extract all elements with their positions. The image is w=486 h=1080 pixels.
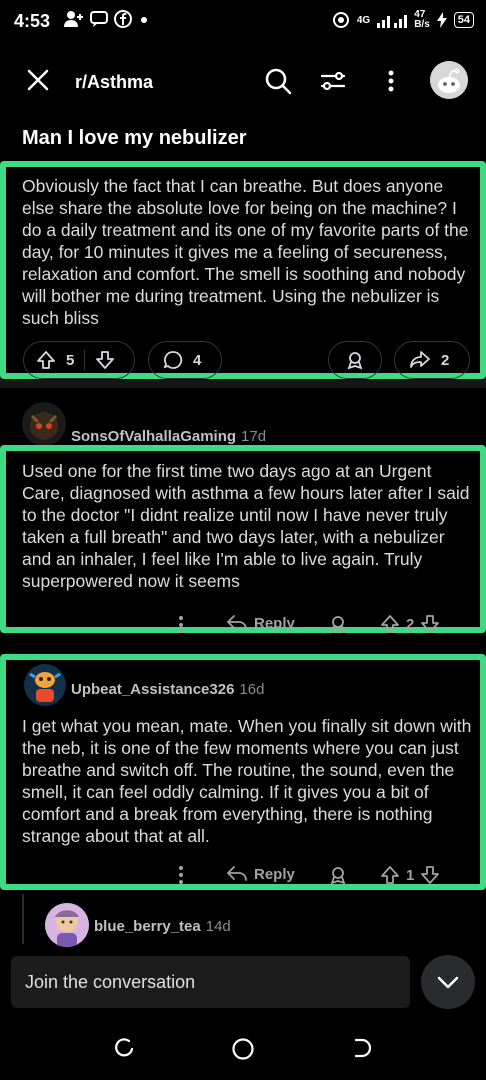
person-add-icon — [64, 11, 83, 27]
comment-age: 14d — [205, 918, 231, 935]
award-icon — [347, 352, 363, 370]
snoo-avatar-icon — [430, 61, 468, 99]
award-icon[interactable] — [328, 614, 348, 633]
comment-age: 17d — [241, 428, 267, 445]
downvote-icon[interactable] — [95, 350, 115, 370]
recents-icon[interactable] — [113, 1037, 135, 1059]
data-speed: 47 B/s — [414, 10, 430, 30]
comment-age: 16d — [239, 681, 265, 698]
downvote-icon[interactable] — [420, 865, 440, 885]
comment-avatar[interactable] — [45, 903, 89, 947]
comment-author[interactable]: blue_berry_tea 14d — [94, 918, 231, 935]
post-upvote-count: 5 — [66, 351, 75, 369]
thread-line — [22, 894, 24, 944]
comment-avatar[interactable] — [22, 402, 66, 446]
comment-vote-count: 1 — [406, 866, 415, 884]
comment-username[interactable]: Upbeat_Assistance326 — [71, 681, 234, 698]
comment-vote-bar: 1 — [380, 865, 440, 885]
share-icon — [410, 351, 430, 368]
system-nav-bar — [0, 1010, 486, 1080]
charging-icon — [436, 12, 447, 28]
home-icon[interactable] — [231, 1037, 255, 1061]
status-time: 4:53 — [14, 11, 51, 31]
status-system-icons: 4G 47 B/s 54 — [332, 10, 474, 30]
subreddit-name[interactable]: r/Asthma — [75, 72, 153, 93]
user-avatar-icon — [45, 903, 89, 947]
more-options-icon[interactable] — [178, 865, 184, 885]
comment-author[interactable]: SonsOfValhallaGaming 17d — [71, 428, 266, 445]
comment-body-text: I get what you mean, mate. When you fina… — [22, 716, 472, 846]
vote-divider — [84, 350, 86, 370]
award-icon[interactable] — [328, 865, 348, 885]
reply-button[interactable]: Reply — [226, 865, 295, 883]
post-body-text: Obviously the fact that I can breathe. B… — [22, 176, 469, 328]
user-avatar-icon — [24, 664, 66, 706]
close-icon[interactable] — [24, 66, 52, 94]
upvote-icon[interactable] — [36, 350, 56, 370]
comment-action-bar: Reply 1 — [6, 864, 480, 886]
comment-avatar[interactable] — [24, 664, 66, 706]
comment-vote-bar: 2 — [380, 614, 440, 633]
reply-button[interactable]: Reply — [226, 614, 295, 632]
post-vote-bar: 5 — [23, 341, 135, 379]
comment-count: 4 — [193, 351, 202, 369]
post-title: Man I love my nebulizer — [22, 127, 247, 149]
chevron-down-icon — [437, 976, 459, 989]
sort-filter-icon[interactable] — [318, 66, 348, 96]
next-comment-button[interactable] — [421, 955, 475, 1009]
status-notification-icons — [64, 10, 150, 28]
reply-label: Reply — [254, 614, 295, 632]
share-button[interactable]: 2 — [394, 341, 470, 379]
status-bar: 4:53 4G 47 B/s 54 — [0, 0, 486, 44]
signal-icon — [377, 15, 408, 28]
comment-username[interactable]: blue_berry_tea — [94, 918, 201, 935]
comment-highlight: Used one for the first time two days ago… — [0, 445, 486, 633]
upvote-icon[interactable] — [380, 614, 400, 633]
comment-author[interactable]: Upbeat_Assistance326 16d — [71, 681, 264, 698]
comment-username[interactable]: SonsOfValhallaGaming — [71, 428, 236, 445]
user-avatar[interactable] — [430, 61, 468, 99]
comment-body-text: Used one for the first time two days ago… — [22, 461, 470, 591]
more-options-icon[interactable] — [376, 66, 406, 96]
award-button[interactable] — [328, 341, 382, 379]
back-icon[interactable] — [350, 1037, 372, 1059]
upvote-icon[interactable] — [380, 865, 400, 885]
comment-bubble-icon — [163, 351, 183, 369]
more-options-icon[interactable] — [178, 615, 184, 633]
hotspot-icon — [332, 12, 349, 28]
join-conversation-input[interactable]: Join the conversation — [11, 956, 410, 1008]
comment-highlight: Upbeat_Assistance326 16d I get what you m… — [0, 654, 486, 890]
post-body-highlight: Obviously the fact that I can breathe. B… — [0, 161, 486, 379]
search-icon[interactable] — [263, 66, 293, 96]
dot-icon — [141, 17, 147, 23]
user-avatar-icon — [30, 412, 58, 440]
section-divider — [0, 380, 486, 388]
compose-placeholder: Join the conversation — [25, 972, 196, 992]
data-speed-unit: B/s — [414, 19, 430, 30]
reply-label: Reply — [254, 865, 295, 883]
share-count: 2 — [441, 351, 450, 369]
comment-action-bar: Reply 2 — [6, 611, 480, 633]
chat-app-icon — [90, 11, 108, 27]
post-header: r/Asthma — [0, 52, 486, 112]
comments-button[interactable]: 4 — [148, 341, 222, 379]
reply-icon — [226, 615, 247, 630]
downvote-icon[interactable] — [420, 614, 440, 633]
reply-icon — [226, 866, 247, 881]
network-type-label: 4G — [356, 14, 371, 26]
battery-indicator: 54 — [453, 12, 474, 28]
facebook-icon — [114, 10, 132, 28]
comment-vote-count: 2 — [406, 615, 415, 633]
